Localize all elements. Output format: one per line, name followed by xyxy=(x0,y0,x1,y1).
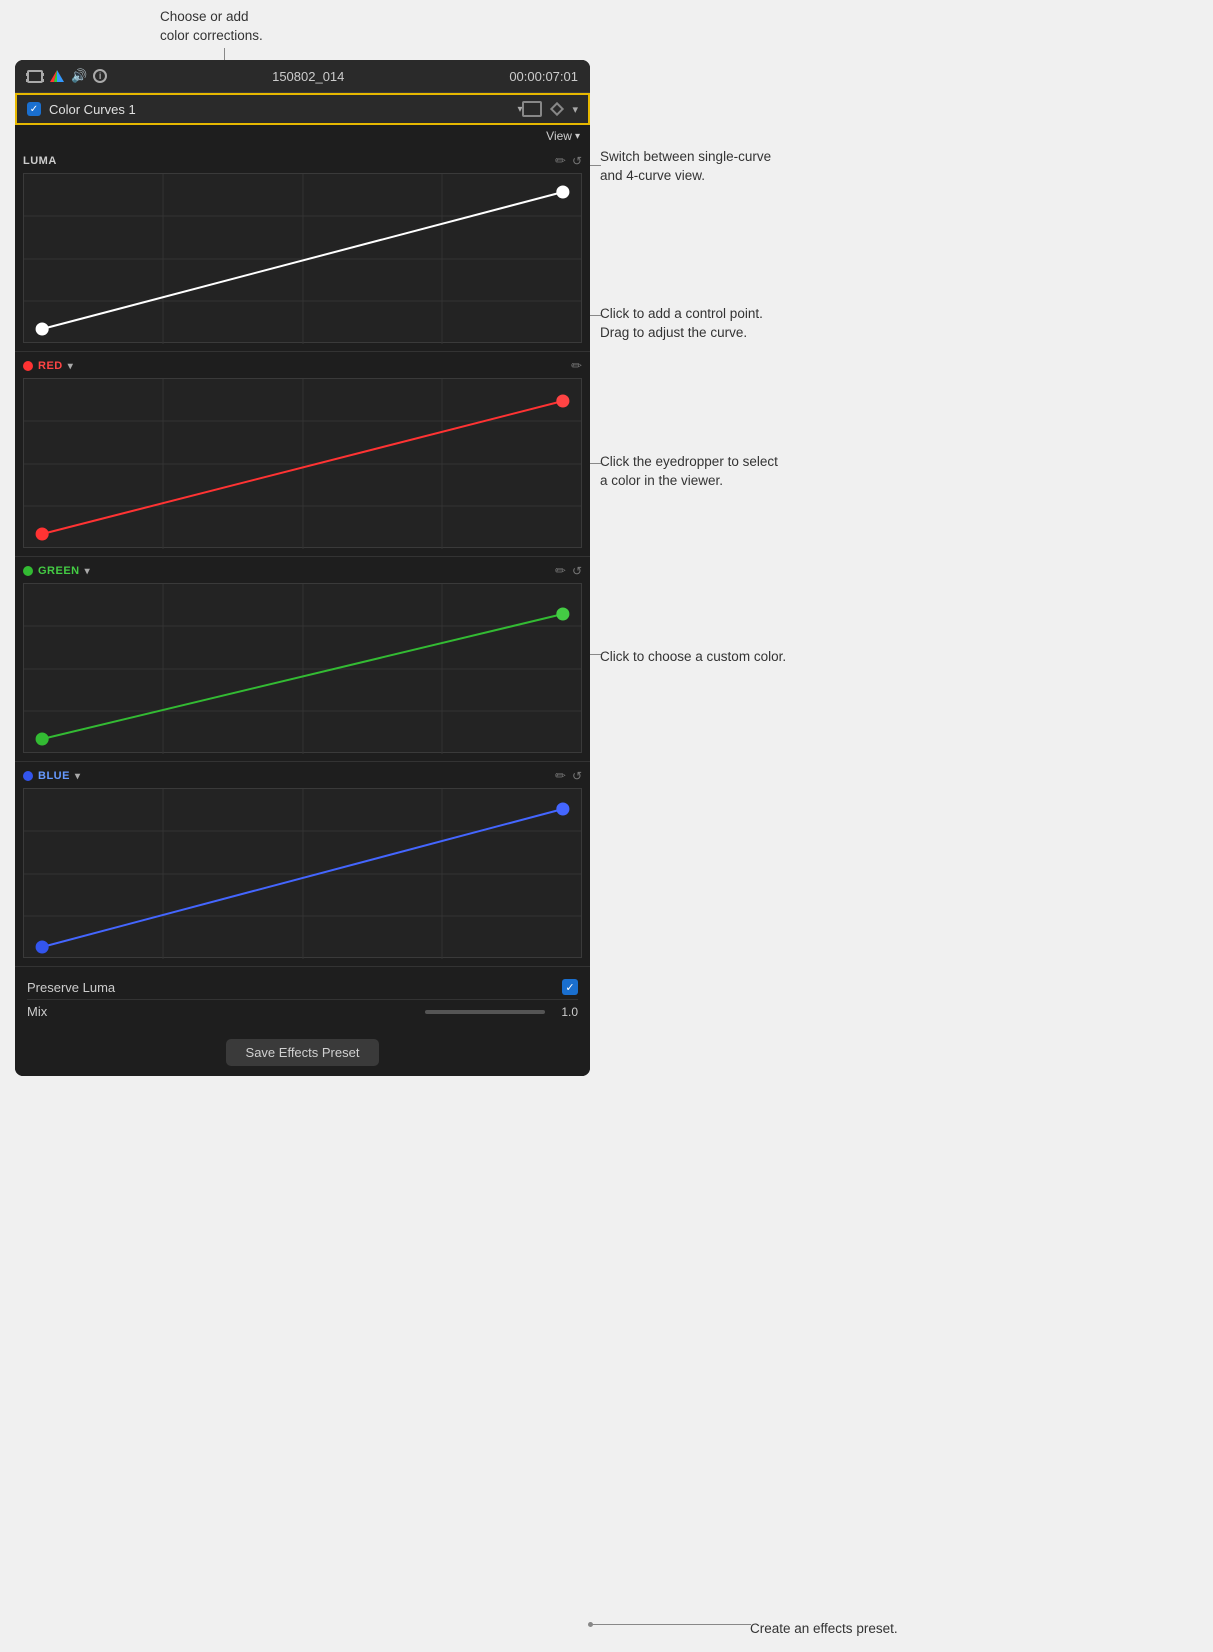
blue-header-icons: ✏ ↺ xyxy=(555,768,582,784)
red-header: RED ▾ ✏ xyxy=(23,358,582,374)
effects-checkbox[interactable] xyxy=(27,102,41,116)
color-icon[interactable] xyxy=(49,69,65,83)
green-reset-icon[interactable]: ↺ xyxy=(572,564,582,578)
red-dropdown-arrow[interactable]: ▾ xyxy=(68,361,74,372)
green-dropdown-arrow[interactable]: ▾ xyxy=(85,566,91,577)
green-eyedropper-icon[interactable]: ✏ xyxy=(555,563,566,579)
ann-line-save-preset xyxy=(590,1624,751,1625)
blue-reset-icon[interactable]: ↺ xyxy=(572,769,582,783)
preserve-luma-checkbox[interactable] xyxy=(562,979,578,995)
blue-curve-section: BLUE ▾ ✏ ↺ xyxy=(15,762,590,967)
blue-dropdown-arrow[interactable]: ▾ xyxy=(75,771,81,782)
mix-slider[interactable] xyxy=(425,1010,545,1014)
view-bar: View ▾ xyxy=(15,125,590,147)
red-header-icons: ✏ xyxy=(571,358,582,374)
green-header: GREEN ▾ ✏ ↺ xyxy=(23,563,582,579)
red-eyedropper-icon[interactable]: ✏ xyxy=(571,358,582,374)
save-preset-button[interactable]: Save Effects Preset xyxy=(226,1039,380,1066)
green-header-icons: ✏ ↺ xyxy=(555,563,582,579)
mask-icon[interactable] xyxy=(522,101,542,117)
effects-name: Color Curves 1 xyxy=(49,102,513,117)
annotation-single-curve: Switch between single-curve and 4-curve … xyxy=(600,148,771,186)
mix-value: 1.0 xyxy=(553,1005,578,1019)
luma-curve-canvas[interactable] xyxy=(23,173,582,343)
header-icons: 🔊 i xyxy=(27,68,107,84)
color-curves-panel: 🔊 i 150802_014 00:00:07:01 Color Curves … xyxy=(15,60,590,1076)
view-button[interactable]: View ▾ xyxy=(546,129,580,143)
bottom-controls: Preserve Luma Mix 1.0 xyxy=(15,967,590,1031)
blue-header: BLUE ▾ ✏ ↺ xyxy=(23,768,582,784)
preserve-luma-row: Preserve Luma xyxy=(27,975,578,999)
red-curve-section: RED ▾ ✏ xyxy=(15,352,590,557)
luma-curve-section: LUMA ✏ ↺ xyxy=(15,147,590,352)
ann-dot-save-preset xyxy=(588,1622,593,1627)
annotation-eyedropper: Click the eyedropper to select a color i… xyxy=(600,453,778,491)
green-curve-canvas[interactable] xyxy=(23,583,582,753)
blue-label: BLUE ▾ xyxy=(23,770,80,782)
luma-header: LUMA ✏ ↺ xyxy=(23,153,582,169)
red-label: RED ▾ xyxy=(23,360,73,372)
blue-curve-canvas[interactable] xyxy=(23,788,582,958)
keyframe-icon[interactable] xyxy=(550,102,564,116)
luma-header-icons: ✏ ↺ xyxy=(555,153,582,169)
luma-label: LUMA xyxy=(23,155,57,167)
header-title: 150802_014 xyxy=(272,69,344,84)
luma-eyedropper-icon[interactable]: ✏ xyxy=(555,153,566,169)
header-left: 🔊 i xyxy=(27,68,107,84)
annotation-custom-color: Click to choose a custom color. xyxy=(600,648,786,667)
mix-row: Mix 1.0 xyxy=(27,999,578,1023)
green-curve-section: GREEN ▾ ✏ ↺ xyxy=(15,557,590,762)
effects-icons-right: ▾ xyxy=(522,101,578,117)
mix-label: Mix xyxy=(27,1004,47,1019)
film-icon[interactable] xyxy=(27,70,43,83)
save-preset-row: Save Effects Preset xyxy=(15,1031,590,1076)
effects-selector-row[interactable]: Color Curves 1 ▾ ▾ xyxy=(15,93,590,125)
green-label: GREEN ▾ xyxy=(23,565,90,577)
panel-header: 🔊 i 150802_014 00:00:07:01 xyxy=(15,60,590,93)
sound-icon[interactable]: 🔊 xyxy=(71,68,87,84)
mix-slider-area: 1.0 xyxy=(425,1005,578,1019)
effects-chevron[interactable]: ▾ xyxy=(572,103,578,116)
luma-reset-icon[interactable]: ↺ xyxy=(572,154,582,168)
annotation-save-preset: Create an effects preset. xyxy=(750,1620,898,1639)
main-container: Choose or add color corrections. Switch … xyxy=(0,0,1213,1652)
red-curve-canvas[interactable] xyxy=(23,378,582,548)
header-time: 00:00:07:01 xyxy=(509,69,578,84)
blue-eyedropper-icon[interactable]: ✏ xyxy=(555,768,566,784)
annotation-control-point: Click to add a control point. Drag to ad… xyxy=(600,305,763,343)
view-chevron: ▾ xyxy=(575,131,580,142)
info-icon[interactable]: i xyxy=(93,69,107,83)
annotation-choose-color: Choose or add color corrections. xyxy=(160,8,263,46)
preserve-luma-label: Preserve Luma xyxy=(27,980,115,995)
